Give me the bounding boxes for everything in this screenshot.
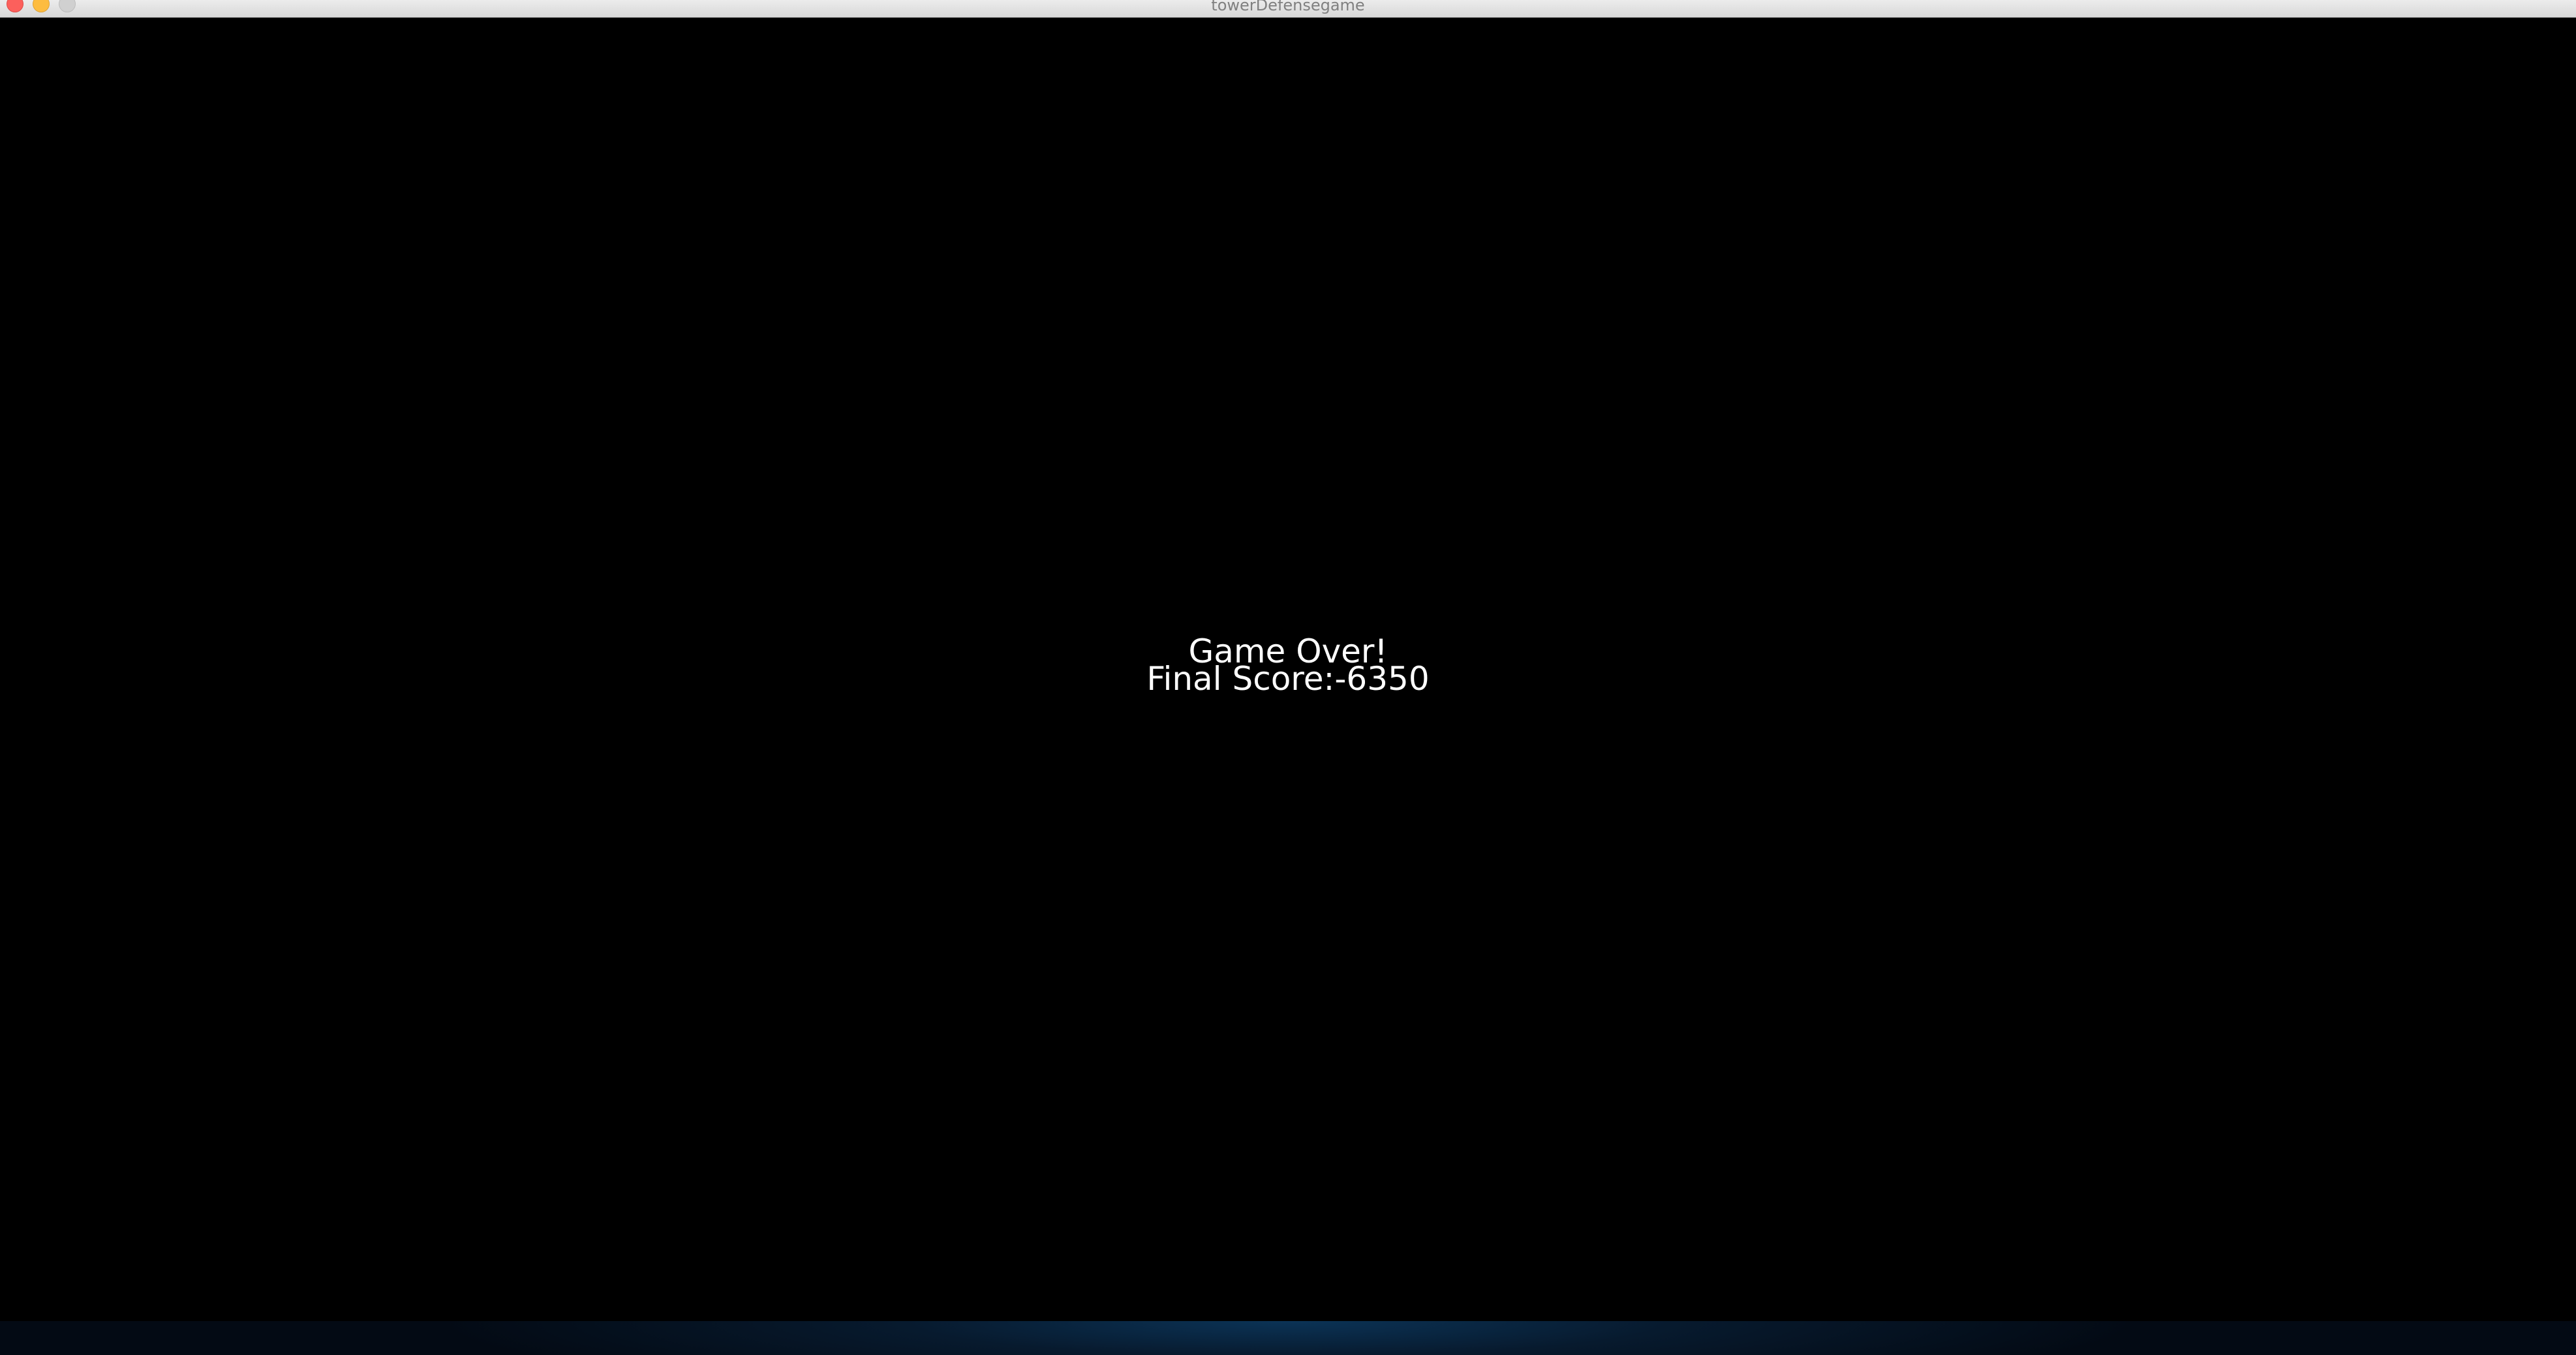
game-over-message: Game Over! Final Score:-6350: [0, 635, 2576, 698]
game-canvas[interactable]: Game Over! Final Score:-6350: [0, 18, 2576, 1322]
final-score-text: Final Score:-6350: [1146, 660, 1430, 698]
window-title: towerDefensegame: [1211, 0, 1365, 14]
window-titlebar[interactable]: towerDefensegame: [0, 0, 2576, 18]
app-window: towerDefensegame Game Over! Final Score:…: [0, 0, 2576, 1355]
desktop-background-strip: [0, 1321, 2576, 1355]
